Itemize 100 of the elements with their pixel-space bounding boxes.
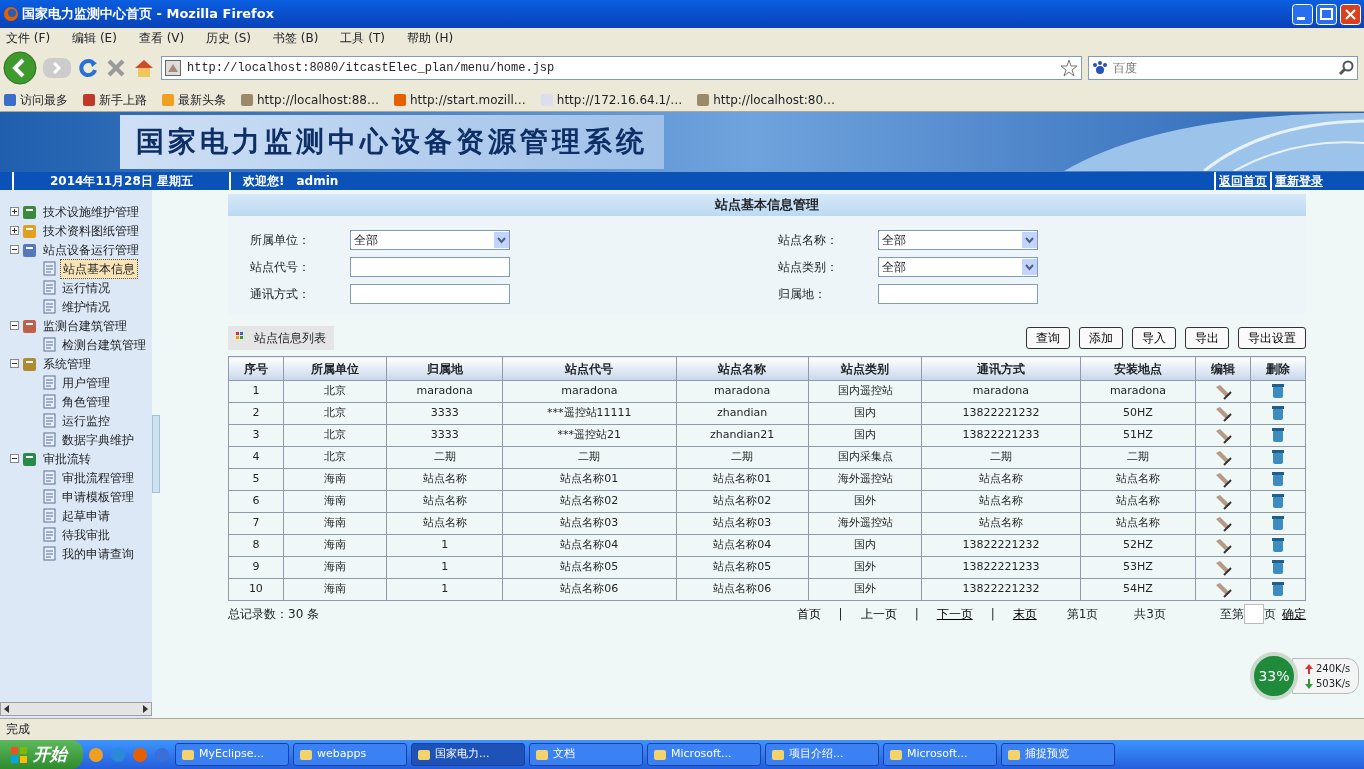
pager-link[interactable]: 下一页 bbox=[936, 605, 973, 623]
tree-item[interactable]: 我的申请查询 bbox=[60, 544, 136, 563]
edit-icon[interactable] bbox=[1214, 470, 1233, 489]
table-cell: 53HZ bbox=[1080, 556, 1196, 579]
tree-item[interactable]: 用户管理 bbox=[60, 373, 112, 392]
input-field[interactable] bbox=[878, 284, 1038, 304]
tree-item[interactable]: 维护情况 bbox=[60, 297, 112, 316]
edit-icon[interactable] bbox=[1214, 382, 1233, 401]
pager-link[interactable]: 末页 bbox=[1012, 605, 1037, 623]
reload-icon[interactable] bbox=[77, 57, 99, 79]
taskbar-button[interactable]: MyEclipse... bbox=[175, 743, 289, 766]
menu-item[interactable]: 文件 (F) bbox=[6, 29, 51, 47]
home-icon[interactable] bbox=[133, 57, 155, 79]
horizontal-scrollbar[interactable] bbox=[0, 702, 152, 716]
bookmark-link[interactable]: http://172.16.64.1/… bbox=[539, 90, 683, 109]
trash-icon[interactable] bbox=[1271, 383, 1286, 400]
collapse-toggle[interactable] bbox=[10, 321, 19, 330]
tree-item[interactable]: 审批流转 bbox=[41, 449, 93, 468]
maximize-button[interactable] bbox=[1316, 3, 1337, 25]
expand-toggle[interactable] bbox=[10, 226, 19, 235]
tree-item[interactable]: 运行情况 bbox=[60, 278, 112, 297]
trash-icon[interactable] bbox=[1271, 537, 1286, 554]
table-cell: maradona bbox=[921, 380, 1080, 403]
bookmark-link[interactable]: 最新头条 bbox=[161, 90, 226, 109]
input-field[interactable] bbox=[350, 284, 510, 304]
back-button[interactable] bbox=[3, 51, 37, 85]
trash-icon[interactable] bbox=[1271, 559, 1286, 576]
edit-icon[interactable] bbox=[1214, 580, 1233, 599]
taskbar-button[interactable]: webapps bbox=[293, 743, 407, 766]
bookmark-link[interactable]: http://start.mozill… bbox=[392, 90, 526, 109]
action-button[interactable]: 查询 bbox=[1026, 327, 1070, 349]
tree-item[interactable]: 站点基本信息 bbox=[60, 258, 138, 279]
input-field[interactable] bbox=[350, 257, 510, 277]
tree-item[interactable]: 检测台建筑管理 bbox=[60, 335, 148, 354]
tree-item[interactable]: 起草申请 bbox=[60, 506, 112, 525]
action-button[interactable]: 添加 bbox=[1079, 327, 1123, 349]
menu-item[interactable]: 帮助 (H) bbox=[407, 29, 454, 47]
collapse-toggle[interactable] bbox=[10, 245, 19, 254]
header-link[interactable]: 重新登录 bbox=[1275, 174, 1323, 188]
page-input[interactable] bbox=[1244, 604, 1264, 624]
collapse-toggle[interactable] bbox=[10, 359, 19, 368]
trash-icon[interactable] bbox=[1271, 471, 1286, 488]
tree-item[interactable]: 运行监控 bbox=[60, 411, 112, 430]
menu-item[interactable]: 编辑 (E) bbox=[72, 29, 117, 47]
edit-icon[interactable] bbox=[1214, 426, 1233, 445]
taskbar-button[interactable]: 文档 bbox=[529, 743, 643, 766]
tree-item[interactable]: 系统管理 bbox=[41, 354, 93, 373]
dropdown[interactable]: 全部 bbox=[350, 230, 510, 250]
tree-item[interactable]: 技术资料图纸管理 bbox=[41, 221, 141, 240]
tree-item[interactable]: 角色管理 bbox=[60, 392, 112, 411]
trash-icon[interactable] bbox=[1271, 427, 1286, 444]
edit-icon[interactable] bbox=[1214, 448, 1233, 467]
table-cell: 二期 bbox=[676, 446, 809, 469]
taskbar-button[interactable]: Microsoft... bbox=[647, 743, 761, 766]
bookmark-link[interactable]: http://localhost:88… bbox=[240, 90, 379, 109]
taskbar-button[interactable]: 项目介绍... bbox=[765, 743, 879, 766]
action-button[interactable]: 导出 bbox=[1185, 327, 1229, 349]
trash-icon[interactable] bbox=[1271, 515, 1286, 532]
close-button[interactable] bbox=[1340, 3, 1361, 25]
menu-item[interactable]: 书签 (B) bbox=[273, 29, 319, 47]
star-icon[interactable] bbox=[1060, 59, 1078, 77]
tree-item[interactable]: 审批流程管理 bbox=[60, 468, 136, 487]
tree-item[interactable]: 待我审批 bbox=[60, 525, 112, 544]
menu-item[interactable]: 工具 (T) bbox=[340, 29, 385, 47]
confirm-link[interactable]: 确定 bbox=[1282, 605, 1306, 623]
trash-icon[interactable] bbox=[1271, 405, 1286, 422]
tree-item[interactable]: 数据字典维护 bbox=[60, 430, 136, 449]
menu-item[interactable]: 查看 (V) bbox=[138, 29, 185, 47]
minimize-button[interactable] bbox=[1292, 3, 1313, 25]
tree-item[interactable]: 站点设备运行管理 bbox=[41, 240, 141, 259]
action-button[interactable]: 导出设置 bbox=[1238, 327, 1306, 349]
tree-item[interactable]: 申请模板管理 bbox=[60, 487, 136, 506]
collapse-handle[interactable] bbox=[152, 415, 160, 493]
search-box[interactable]: 百度 bbox=[1088, 56, 1358, 80]
trash-icon[interactable] bbox=[1271, 581, 1286, 598]
bookmark-link[interactable]: 新手上路 bbox=[82, 90, 147, 109]
pager-link[interactable]: 上一页 bbox=[860, 605, 897, 623]
address-bar[interactable]: http://localhost:8080/itcastElec_plan/menu/home.jsp bbox=[161, 56, 1082, 80]
tree-item[interactable]: 技术设施维护管理 bbox=[41, 202, 141, 221]
tree-item[interactable]: 监测台建筑管理 bbox=[41, 316, 129, 335]
trash-icon[interactable] bbox=[1271, 493, 1286, 510]
dropdown[interactable]: 全部 bbox=[878, 230, 1038, 250]
bookmark-link[interactable]: http://localhost:80… bbox=[696, 90, 836, 109]
pager-link[interactable]: 首页 bbox=[796, 605, 821, 623]
taskbar-button[interactable]: 国家电力... bbox=[411, 743, 525, 766]
expand-toggle[interactable] bbox=[10, 207, 19, 216]
header-link[interactable]: 返回首页 bbox=[1219, 174, 1267, 188]
edit-icon[interactable] bbox=[1214, 514, 1233, 533]
action-button[interactable]: 导入 bbox=[1132, 327, 1176, 349]
edit-icon[interactable] bbox=[1214, 404, 1233, 423]
menu-item[interactable]: 历史 (S) bbox=[206, 29, 252, 47]
dropdown[interactable]: 全部 bbox=[878, 257, 1038, 277]
edit-icon[interactable] bbox=[1214, 536, 1233, 555]
collapse-toggle[interactable] bbox=[10, 454, 19, 463]
edit-icon[interactable] bbox=[1214, 558, 1233, 577]
taskbar-button[interactable]: 捕捉预览 bbox=[1001, 743, 1115, 766]
edit-icon[interactable] bbox=[1214, 492, 1233, 511]
taskbar-button[interactable]: Microsoft... bbox=[883, 743, 997, 766]
bookmark-link[interactable]: 访问最多 bbox=[3, 90, 68, 109]
trash-icon[interactable] bbox=[1271, 449, 1286, 466]
